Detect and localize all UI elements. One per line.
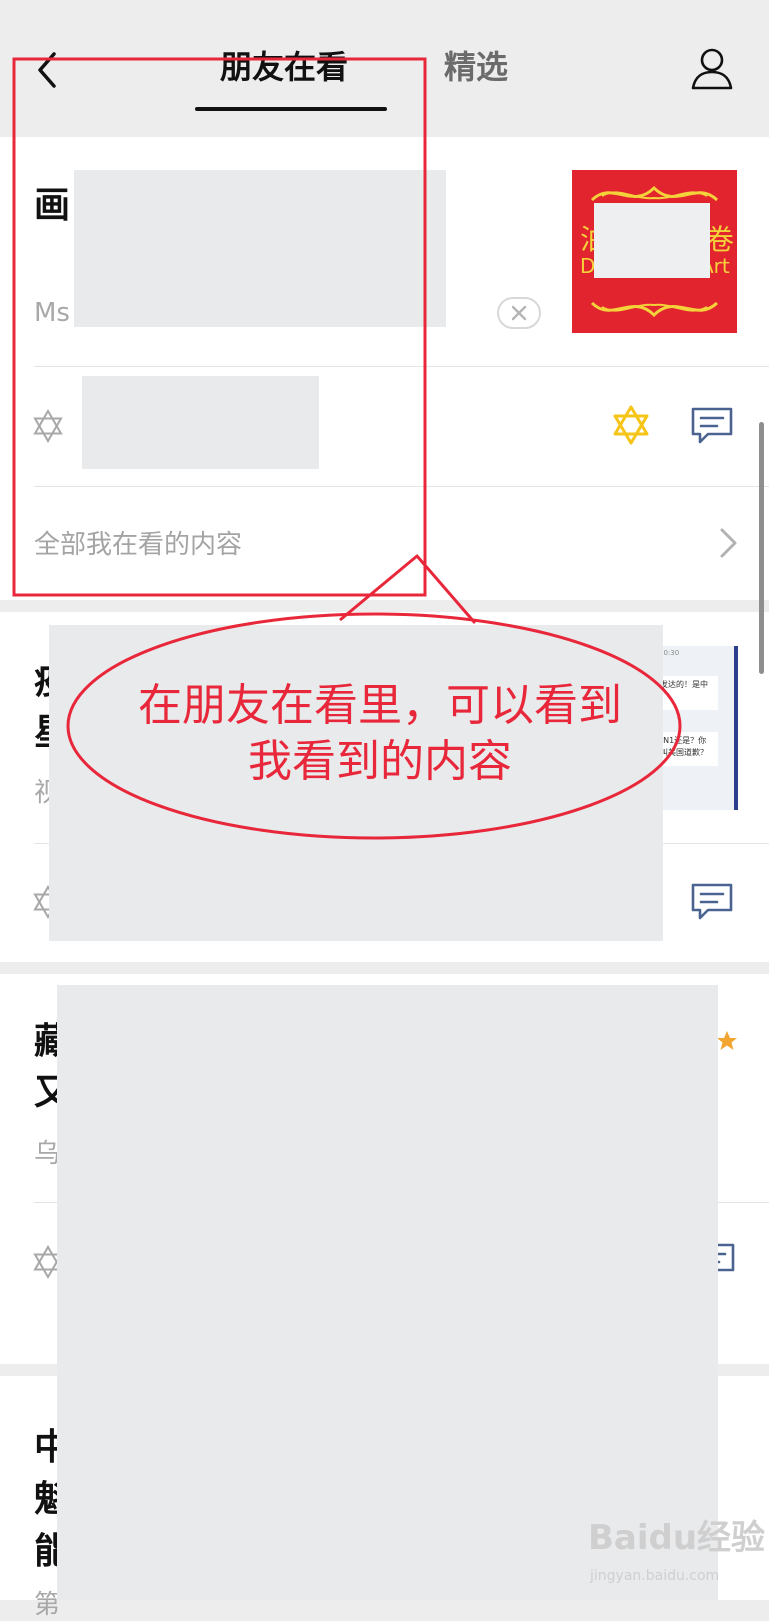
remove-button[interactable] xyxy=(497,297,541,329)
comment-button[interactable] xyxy=(690,406,734,446)
comment-icon xyxy=(691,883,733,920)
star-icon xyxy=(717,1031,737,1050)
article-source: Ms xyxy=(34,298,70,328)
thumbnail-star xyxy=(716,1030,738,1052)
redacted-thumbnail-block xyxy=(594,203,710,278)
active-tab-indicator xyxy=(195,107,387,111)
person-icon xyxy=(691,48,733,90)
divider xyxy=(34,486,769,487)
callout-text: 在朋友在看里，可以看到 我看到的内容 xyxy=(90,678,670,790)
scrollbar[interactable] xyxy=(759,422,764,674)
redacted-friend-names xyxy=(82,376,319,469)
tab-friends-watching[interactable]: 朋友在看 xyxy=(220,42,348,88)
tab-featured[interactable]: 精选 xyxy=(444,42,508,88)
see-all-my-watching-link[interactable]: 全部我在看的内容 xyxy=(34,524,242,561)
wow-button[interactable] xyxy=(610,404,652,446)
redacted-title-block xyxy=(74,170,446,327)
chevron-left-icon xyxy=(38,52,56,88)
divider xyxy=(34,366,769,367)
article-thumbnail[interactable]: 泊 卷 D Art xyxy=(572,170,737,333)
wow-outline-icon xyxy=(33,409,63,443)
back-button[interactable] xyxy=(28,48,68,92)
see-all-arrow[interactable] xyxy=(716,526,740,560)
chevron-right-icon xyxy=(720,528,737,558)
wow-icon xyxy=(613,405,649,445)
watermark-url: jingyan.baidu.com xyxy=(590,1568,720,1584)
article-title: 画 xyxy=(34,185,71,226)
callout-line: 在朋友在看里，可以看到 xyxy=(138,680,622,731)
thumbnail-text: 卷 xyxy=(706,223,735,256)
comment-icon xyxy=(691,407,733,444)
redacted-article-block xyxy=(57,985,718,1600)
comment-button[interactable] xyxy=(690,882,734,922)
watermark-logo: Baidu经验 xyxy=(588,1518,766,1558)
friend-avatar xyxy=(31,409,65,443)
top-nav-bar xyxy=(0,0,769,137)
callout-line: 我看到的内容 xyxy=(248,736,512,787)
thumbnail-accent xyxy=(734,646,738,810)
close-icon xyxy=(511,305,527,321)
profile-button[interactable] xyxy=(690,46,734,92)
